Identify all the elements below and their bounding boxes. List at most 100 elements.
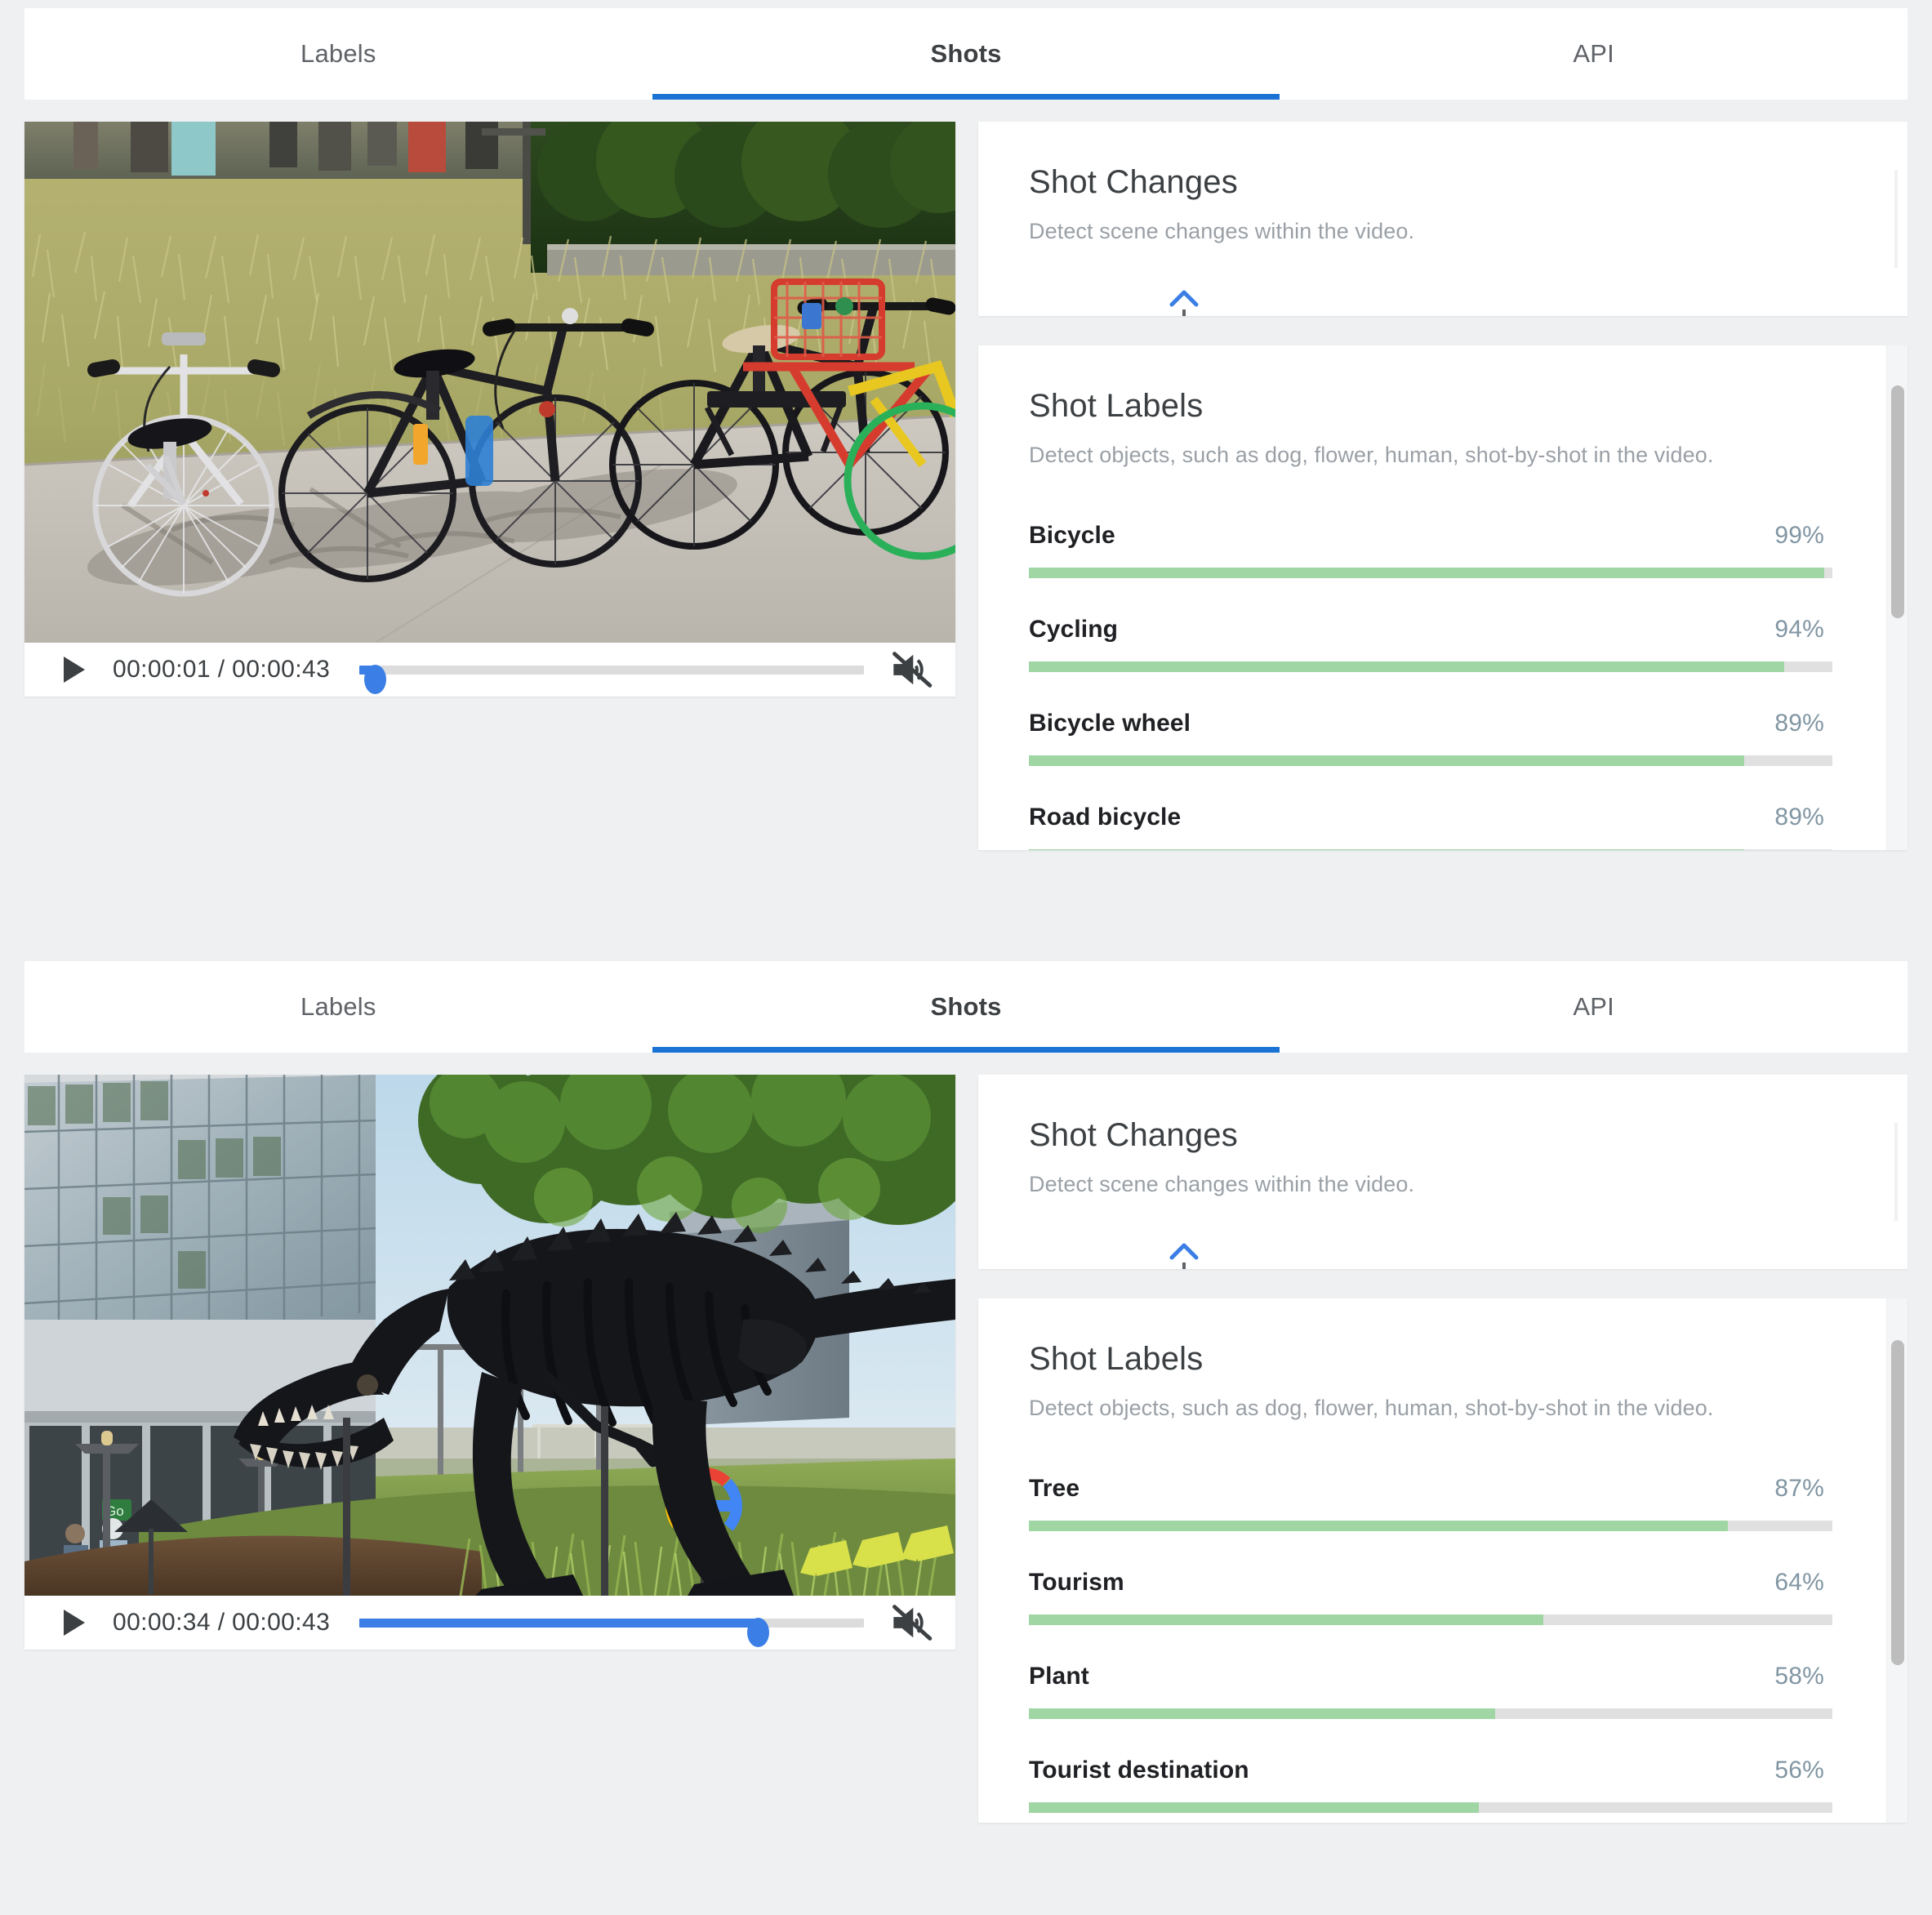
seek-thumb[interactable] xyxy=(363,665,386,694)
shot-changes-panel: Shot Changes Detect scene changes within… xyxy=(978,122,1908,316)
seek-bar[interactable] xyxy=(359,653,864,694)
scrollbar-thumb[interactable] xyxy=(1891,1340,1904,1666)
confidence-bar-track xyxy=(1029,1614,1832,1625)
seek-track xyxy=(359,1618,864,1647)
shot-slider[interactable] xyxy=(1164,288,1204,316)
label-name: Tourism xyxy=(1029,1569,1124,1596)
confidence-bar-track xyxy=(1029,1708,1832,1719)
shot-slider-track xyxy=(1182,1263,1186,1269)
tab-label: Shots xyxy=(930,39,1002,68)
video-frame-bicycles[interactable] xyxy=(24,122,955,643)
seek-track xyxy=(359,665,864,694)
tab-shots[interactable]: Shots xyxy=(652,961,1280,1053)
video-player-card: Go 00:00:34 / 00:00:43 xyxy=(24,1075,955,1650)
seek-fill xyxy=(359,1618,759,1628)
panel-subtitle: Detect objects, such as dog, flower, hum… xyxy=(1029,1396,1714,1420)
label-name: Tourist destination xyxy=(1029,1757,1249,1784)
confidence-bar-fill xyxy=(1029,1802,1480,1813)
confidence-bar-fill xyxy=(1029,661,1784,672)
label-confidence: 58% xyxy=(1774,1663,1824,1690)
tab-api[interactable]: API xyxy=(1280,8,1908,100)
confidence-bar-fill xyxy=(1029,755,1744,766)
time-display: 00:00:01 / 00:00:43 xyxy=(113,656,331,683)
video-player-card: 00:00:01 / 00:00:43 xyxy=(24,122,955,697)
video-thumbnail-bicycles xyxy=(24,122,955,643)
tab-bar: Labels Shots API xyxy=(24,8,1908,100)
confidence-bar-fill xyxy=(1029,1521,1729,1531)
label-row: Cycling 94% xyxy=(1029,616,1832,672)
label-confidence: 56% xyxy=(1774,1757,1824,1784)
label-row: Road bicycle 89% xyxy=(1029,804,1832,850)
volume-muted-icon[interactable] xyxy=(888,650,934,689)
tab-shots[interactable]: Shots xyxy=(652,8,1280,100)
page-root: Labels Shots API 00:00:01 / 00:00:43 Sho… xyxy=(0,0,1932,1915)
label-confidence: 89% xyxy=(1774,710,1824,737)
confidence-bar-track xyxy=(1029,1802,1832,1813)
panel-title: Shot Changes xyxy=(1029,164,1238,200)
shot-labels-panel: Shot Labels Detect objects, such as dog,… xyxy=(978,345,1908,850)
label-confidence: 64% xyxy=(1774,1569,1824,1596)
time-display: 00:00:34 / 00:00:43 xyxy=(113,1609,331,1636)
label-row: Bicycle 99% xyxy=(1029,522,1832,578)
label-name: Plant xyxy=(1029,1663,1089,1690)
confidence-bar-fill xyxy=(1029,1708,1495,1719)
chevron-up-icon[interactable] xyxy=(1169,1241,1200,1265)
confidence-bar-fill xyxy=(1029,1614,1543,1625)
shot-slider[interactable] xyxy=(1164,1241,1204,1269)
confidence-bar-track xyxy=(1029,1521,1832,1531)
label-confidence: 87% xyxy=(1774,1475,1824,1502)
tab-label: Labels xyxy=(300,39,376,68)
label-name: Cycling xyxy=(1029,616,1119,643)
panel-subtitle: Detect scene changes within the video. xyxy=(1029,1172,1415,1196)
label-confidence: 94% xyxy=(1774,616,1824,643)
label-confidence: 99% xyxy=(1774,522,1824,549)
video-thumbnail-dinosaur: Go xyxy=(24,1075,955,1596)
label-row: Tourist destination 56% xyxy=(1029,1757,1832,1813)
tab-labels[interactable]: Labels xyxy=(24,961,652,1053)
tab-label: API xyxy=(1573,39,1614,68)
label-row: Tourism 64% xyxy=(1029,1569,1832,1625)
tab-api[interactable]: API xyxy=(1280,961,1908,1053)
label-name: Bicycle wheel xyxy=(1029,710,1191,737)
tab-label: Shots xyxy=(930,992,1002,1021)
shot-changes-panel: Shot Changes Detect scene changes within… xyxy=(978,1075,1908,1269)
panel-title: Shot Changes xyxy=(1029,1117,1238,1153)
tab-bar: Labels Shots API xyxy=(24,961,1908,1053)
confidence-bar-fill xyxy=(1029,568,1825,578)
panel-subtitle: Detect objects, such as dog, flower, hum… xyxy=(1029,443,1714,467)
label-name: Bicycle xyxy=(1029,522,1115,549)
label-name: Road bicycle xyxy=(1029,804,1182,831)
shot-labels-panel: Shot Labels Detect objects, such as dog,… xyxy=(978,1298,1908,1823)
play-icon[interactable] xyxy=(64,1610,85,1636)
player-controls: 00:00:34 / 00:00:43 xyxy=(24,1596,955,1650)
tab-label: Labels xyxy=(300,992,376,1021)
confidence-bar-track xyxy=(1029,849,1832,850)
label-row: Plant 58% xyxy=(1029,1663,1832,1719)
panel-scrollbar[interactable] xyxy=(1886,1298,1908,1823)
panel-edge-track xyxy=(1894,1123,1898,1221)
shot-stepper: Shot: 1/4 xyxy=(1029,288,1857,316)
label-row: Tree 87% xyxy=(1029,1475,1832,1531)
chevron-up-icon[interactable] xyxy=(1169,288,1200,312)
play-icon[interactable] xyxy=(64,657,85,683)
confidence-bar-track xyxy=(1029,568,1832,578)
label-name: Tree xyxy=(1029,1475,1080,1502)
tab-labels[interactable]: Labels xyxy=(24,8,652,100)
confidence-bar-fill xyxy=(1029,849,1744,850)
label-row: Bicycle wheel 89% xyxy=(1029,710,1832,766)
scrollbar-thumb[interactable] xyxy=(1891,385,1904,618)
shot-slider-track xyxy=(1182,310,1186,316)
shot-stepper: Shot: 4/4 xyxy=(1029,1241,1857,1269)
label-list: Tree 87% Tourism 64% Plant 58% Tourist d… xyxy=(1029,1475,1832,1823)
seek-thumb[interactable] xyxy=(747,1618,770,1647)
confidence-bar-track xyxy=(1029,661,1832,672)
panel-edge-track xyxy=(1894,170,1898,268)
player-controls: 00:00:01 / 00:00:43 xyxy=(24,643,955,697)
panel-title: Shot Labels xyxy=(1029,1341,1204,1377)
panel-scrollbar[interactable] xyxy=(1886,345,1908,850)
panel-subtitle: Detect scene changes within the video. xyxy=(1029,219,1415,243)
seek-bar[interactable] xyxy=(359,1606,864,1647)
volume-muted-icon[interactable] xyxy=(888,1603,934,1642)
confidence-bar-track xyxy=(1029,755,1832,766)
video-frame-dinosaur[interactable]: Go xyxy=(24,1075,955,1596)
